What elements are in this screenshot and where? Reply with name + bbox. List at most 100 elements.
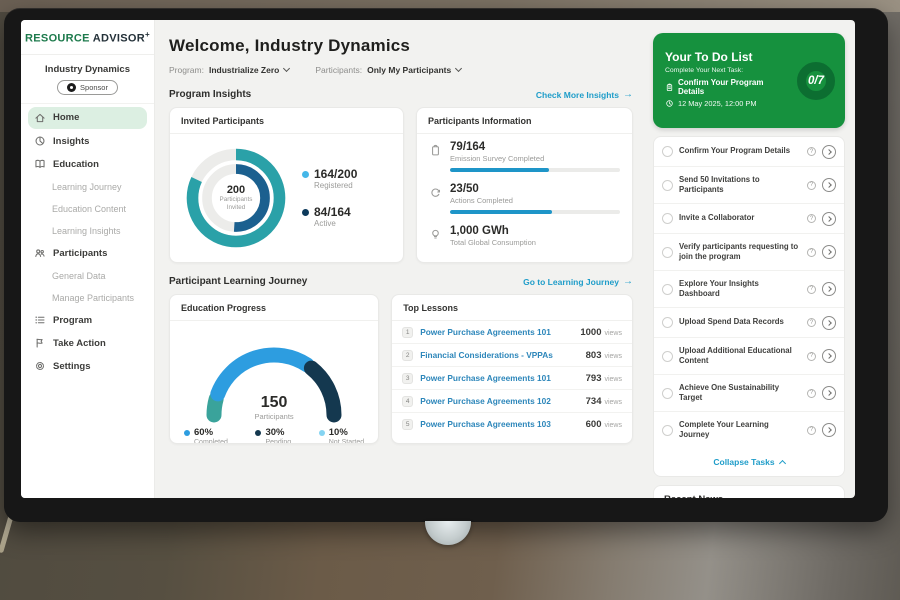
- actions-progress-bar: [450, 210, 620, 214]
- sidebar-item-participants[interactable]: Participants: [21, 242, 154, 265]
- task-row[interactable]: Explore Your Insights Dashboard ?: [654, 271, 844, 308]
- sidebar-item-take-action[interactable]: Take Action: [21, 332, 154, 355]
- lesson-row[interactable]: 1 Power Purchase Agreements 101 1000view…: [392, 321, 632, 344]
- lesson-rank: 1: [402, 327, 413, 338]
- gauge-center-label: Participants: [189, 412, 359, 421]
- lesson-link[interactable]: Financial Considerations - VPPAs: [420, 350, 585, 360]
- task-checkbox[interactable]: [662, 180, 673, 191]
- info-icon: ?: [807, 214, 816, 223]
- lesson-row[interactable]: 4 Power Purchase Agreements 102 734views: [392, 390, 632, 413]
- sidebar-item-general-data[interactable]: General Data: [21, 265, 154, 287]
- lesson-row[interactable]: 5 Power Purchase Agreements 103 600views: [392, 413, 632, 435]
- task-chevron-button[interactable]: [822, 145, 836, 159]
- task-row[interactable]: Send 50 Invitations to Participants ?: [654, 167, 844, 204]
- dashboard-screen: RESOURCE ADVISOR+ Industry Dynamics Spon…: [21, 20, 855, 498]
- sidebar-item-insights[interactable]: Insights: [21, 130, 154, 153]
- participants-information-title: Participants Information: [417, 108, 632, 134]
- take-action-icon: [34, 337, 46, 349]
- info-icon: ?: [807, 181, 816, 190]
- program-filter[interactable]: Program: Industrialize Zero: [169, 65, 289, 75]
- task-checkbox[interactable]: [662, 317, 673, 328]
- task-checkbox[interactable]: [662, 284, 673, 295]
- pending-dot-icon: [255, 430, 261, 436]
- participants-icon: [34, 247, 46, 259]
- task-checkbox[interactable]: [662, 247, 673, 258]
- task-chevron-button[interactable]: [822, 423, 836, 437]
- info-icon: ?: [807, 318, 816, 327]
- lesson-row[interactable]: 3 Power Purchase Agreements 101 793views: [392, 367, 632, 390]
- task-row[interactable]: Upload Spend Data Records ?: [654, 308, 844, 338]
- task-row[interactable]: Achieve One Sustainability Target ?: [654, 375, 844, 412]
- lesson-link[interactable]: Power Purchase Agreements 101: [420, 373, 585, 383]
- sidebar-item-learning-journey[interactable]: Learning Journey: [21, 176, 154, 198]
- task-checkbox[interactable]: [662, 146, 673, 157]
- task-checkbox[interactable]: [662, 388, 673, 399]
- lesson-rank: 2: [402, 350, 413, 361]
- info-icon: ?: [807, 352, 816, 361]
- lesson-link[interactable]: Power Purchase Agreements 101: [420, 327, 580, 337]
- collapse-tasks-link[interactable]: Collapse Tasks: [654, 448, 844, 476]
- clock-icon: [665, 99, 674, 108]
- emission-progress-bar: [450, 168, 620, 172]
- brand-plus: +: [145, 30, 150, 39]
- go-to-learning-journey-link[interactable]: Go to Learning Journey →: [523, 276, 633, 287]
- task-row[interactable]: Verify participants requesting to join t…: [654, 234, 844, 271]
- todo-subtitle: Complete Your Next Task:: [665, 67, 791, 74]
- not-started-dot-icon: [319, 430, 325, 436]
- app-logo: RESOURCE ADVISOR+: [21, 30, 154, 55]
- clipboard-icon: [665, 83, 674, 92]
- sidebar-item-settings[interactable]: Settings: [21, 355, 154, 378]
- task-checkbox[interactable]: [662, 213, 673, 224]
- survey-icon: [429, 144, 442, 157]
- todo-title: Your To Do List: [665, 50, 791, 64]
- task-chevron-button[interactable]: [822, 349, 836, 363]
- learning-journey-title: Participant Learning Journey: [169, 276, 307, 287]
- lesson-rank: 3: [402, 373, 413, 384]
- arrow-right-icon: →: [623, 89, 633, 100]
- recent-news-title: Recent News: [664, 494, 834, 498]
- legend-not-started: 10% Not Started: [319, 428, 364, 444]
- sidebar-item-manage-participants[interactable]: Manage Participants: [21, 287, 154, 309]
- chevron-down-icon: [455, 65, 462, 72]
- lesson-row[interactable]: 2 Financial Considerations - VPPAs 803vi…: [392, 344, 632, 367]
- lesson-link[interactable]: Power Purchase Agreements 103: [420, 419, 585, 429]
- insights-icon: [34, 135, 46, 147]
- todo-task-list: Confirm Your Program Details ? Send 50 I…: [653, 136, 845, 477]
- task-row[interactable]: Complete Your Learning Journey ?: [654, 412, 844, 448]
- lesson-link[interactable]: Power Purchase Agreements 102: [420, 396, 585, 406]
- task-chevron-button[interactable]: [822, 212, 836, 226]
- task-chevron-button[interactable]: [822, 178, 836, 192]
- recent-news-card: Recent News: [653, 485, 845, 498]
- todo-datetime: 12 May 2025, 12:00 PM: [665, 99, 791, 108]
- lesson-rank: 4: [402, 396, 413, 407]
- task-chevron-button[interactable]: [822, 386, 836, 400]
- task-checkbox[interactable]: [662, 351, 673, 362]
- task-checkbox[interactable]: [662, 425, 673, 436]
- chevron-down-icon: [283, 65, 290, 72]
- active-dot-icon: [302, 209, 309, 216]
- sidebar-item-education-content[interactable]: Education Content: [21, 198, 154, 220]
- task-row[interactable]: Invite a Collaborator ?: [654, 204, 844, 234]
- sidebar-item-education[interactable]: Education: [21, 153, 154, 176]
- top-lessons-title: Top Lessons: [392, 295, 632, 321]
- task-row[interactable]: Confirm Your Program Details ?: [654, 137, 844, 167]
- info-icon: ?: [807, 147, 816, 156]
- donut-center-value: 200: [227, 184, 245, 196]
- task-chevron-button[interactable]: [822, 282, 836, 296]
- invited-participants-card: Invited Participants 200: [169, 107, 404, 263]
- check-more-insights-link[interactable]: Check More Insights →: [536, 89, 633, 100]
- sidebar-item-learning-insights[interactable]: Learning Insights: [21, 220, 154, 242]
- participants-filter-value: Only My Participants: [367, 65, 451, 75]
- program-filter-value: Industrialize Zero: [209, 65, 279, 75]
- task-chevron-button[interactable]: [822, 316, 836, 330]
- task-chevron-button[interactable]: [822, 245, 836, 259]
- sidebar-item-program[interactable]: Program: [21, 309, 154, 332]
- todo-progress-value: 0/7: [808, 75, 824, 87]
- education-progress-title: Education Progress: [170, 295, 378, 321]
- sidebar-item-home[interactable]: Home: [28, 107, 147, 129]
- settings-icon: [34, 360, 46, 372]
- legend-active: 84/164 Active: [302, 206, 357, 228]
- participants-filter[interactable]: Participants: Only My Participants: [315, 65, 461, 75]
- invited-donut-chart: 200 Participants Invited: [178, 140, 294, 256]
- task-row[interactable]: Upload Additional Educational Content ?: [654, 338, 844, 375]
